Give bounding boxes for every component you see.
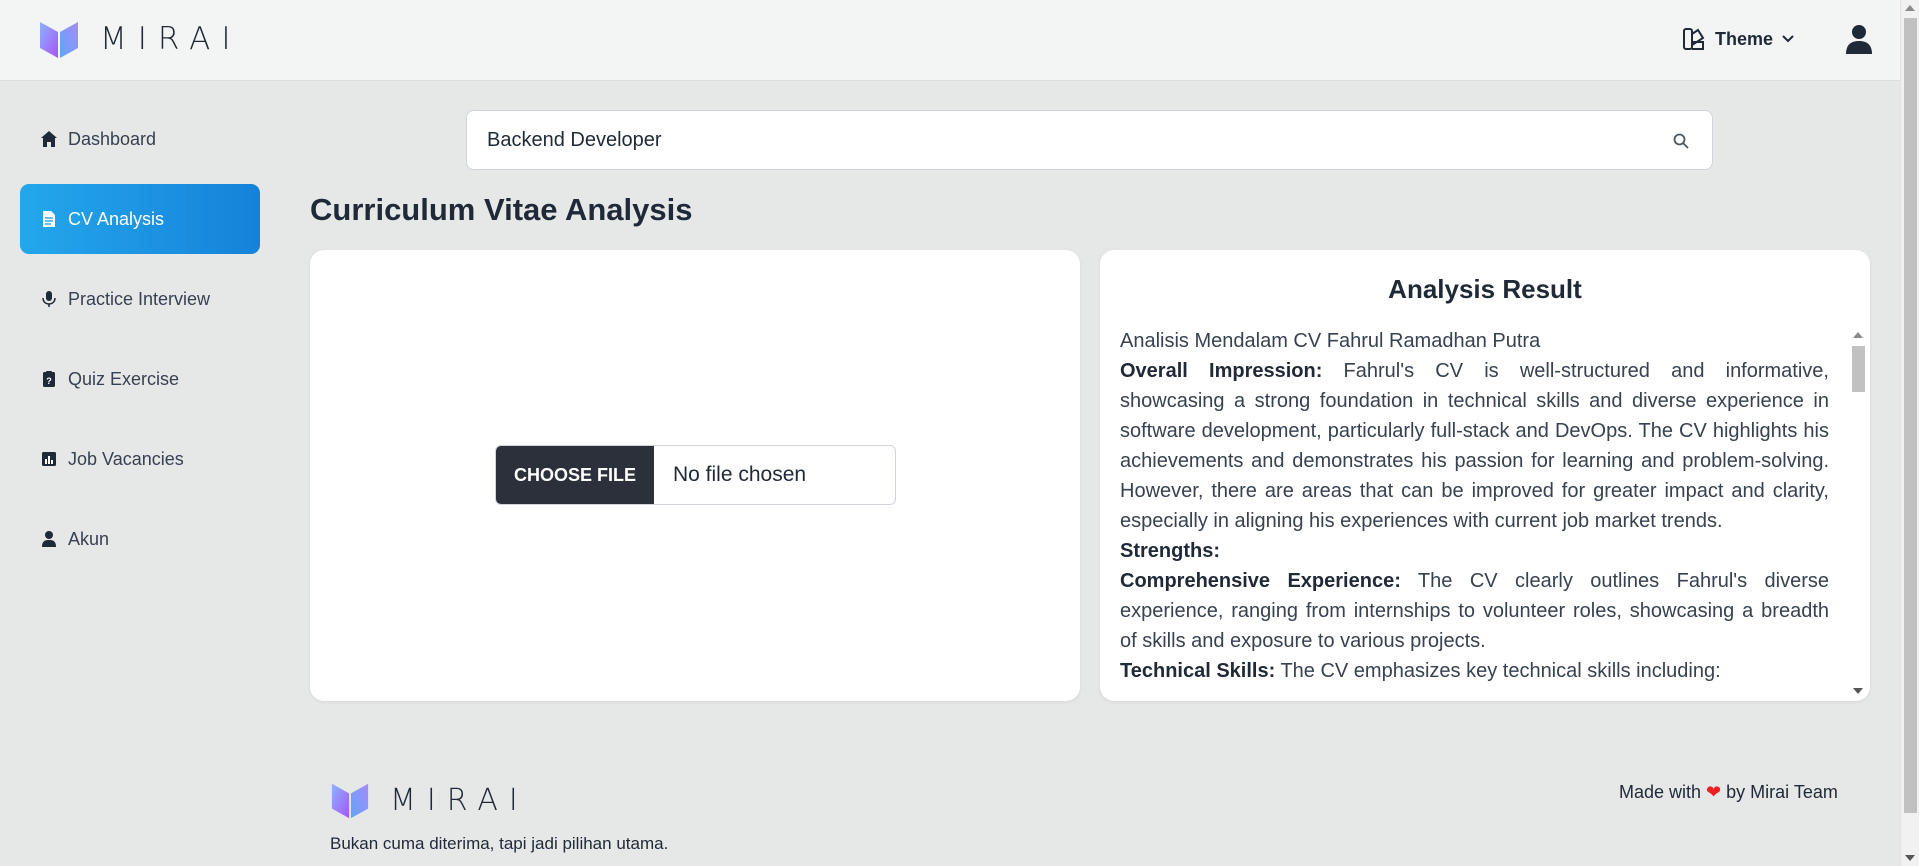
page-title: Curriculum Vitae Analysis [310, 192, 693, 227]
choose-file-button[interactable]: CHOOSE FILE [496, 446, 654, 504]
page-scroll-thumb[interactable] [1904, 18, 1917, 813]
footer-logo: MIRAI [330, 780, 529, 820]
sidebar-item-label: Job Vacancies [68, 448, 184, 469]
sidebar-item-practice-interview[interactable]: Practice Interview [20, 264, 260, 334]
sidebar-item-label: Dashboard [68, 128, 157, 149]
scroll-thumb[interactable] [1852, 346, 1865, 392]
sidebar-item-quiz-exercise[interactable]: ? Quiz Exercise [20, 344, 260, 414]
footer-tagline: Bukan cuma diterima, tapi jadi pilihan u… [330, 834, 669, 853]
mirai-logo-mark-icon [40, 22, 78, 58]
sidebar-item-akun[interactable]: Akun [20, 504, 260, 574]
cv-upload-card: CHOOSE FILE No file chosen [310, 250, 1080, 701]
file-status-text: No file chosen [673, 463, 807, 486]
sidebar-item-label: Akun [68, 528, 110, 549]
microphone-icon [42, 291, 56, 307]
analysis-result-title: Analysis Result [1388, 274, 1582, 304]
page-scroll-up-icon[interactable] [1905, 5, 1915, 11]
page-scroll-down-icon[interactable] [1905, 855, 1915, 861]
technical-skills-text: The CV emphasizes key technical skills i… [1275, 660, 1721, 682]
sidebar-item-dashboard[interactable]: Dashboard [20, 104, 260, 174]
job-search-input[interactable] [467, 111, 1712, 169]
analysis-result-content[interactable]: Analisis Mendalam CV Fahrul Ramadhan Put… [1120, 326, 1829, 701]
experience-label: Comprehensive Experience: [1120, 570, 1401, 592]
sidebar-item-job-vacancies[interactable]: Job Vacancies [20, 424, 260, 494]
overall-impression-paragraph: Overall Impression: Fahrul's CV is well-… [1120, 356, 1829, 536]
made-with-prefix: Made with [1619, 782, 1702, 802]
scroll-up-arrow-icon[interactable] [1853, 332, 1863, 338]
overall-impression-label: Overall Impression: [1120, 360, 1323, 382]
user-icon [42, 531, 56, 547]
sidebar-item-cv-analysis[interactable]: CV Analysis [20, 184, 260, 254]
theme-dropdown-button[interactable]: Theme [1681, 26, 1803, 52]
analysis-heading: Analisis Mendalam CV Fahrul Ramadhan Put… [1120, 330, 1541, 352]
sidebar-item-label: CV Analysis [68, 208, 165, 229]
theme-label: Theme [1715, 28, 1774, 49]
search-icon[interactable] [1672, 132, 1690, 150]
user-profile-icon[interactable] [1845, 24, 1873, 54]
svg-text:?: ? [46, 376, 52, 386]
technical-skills-paragraph: Technical Skills: The CV emphasizes key … [1120, 656, 1829, 686]
strengths-label: Strengths: [1120, 540, 1220, 562]
footer-credits: Made with ❤ by Mirai Team [1619, 782, 1838, 803]
footer-logo-wordmark: MIRAI [390, 782, 529, 818]
scroll-down-arrow-icon[interactable] [1853, 688, 1863, 694]
page-scrollbar[interactable] [1900, 0, 1919, 866]
heart-icon: ❤ [1706, 782, 1722, 802]
overall-impression-text: Fahrul's CV is well-structured and infor… [1120, 360, 1829, 532]
sidebar-nav: Dashboard CV Analysis Practice Interview… [20, 104, 260, 584]
palette-icon [1683, 28, 1705, 50]
experience-paragraph: Comprehensive Experience: The CV clearly… [1120, 566, 1829, 656]
mirai-logo[interactable]: MIRAI [38, 18, 242, 60]
logo-wordmark: MIRAI [100, 21, 242, 57]
job-search-bar [466, 110, 1713, 170]
top-header: MIRAI Theme [0, 0, 1900, 81]
home-icon [41, 131, 57, 147]
bar-chart-icon [42, 452, 56, 466]
sidebar-item-label: Quiz Exercise [68, 368, 180, 389]
mirai-logo-mark-icon [331, 783, 369, 819]
chevron-down-icon [1782, 35, 1794, 43]
sidebar-item-label: Practice Interview [68, 288, 211, 309]
made-with-suffix: by Mirai Team [1726, 782, 1838, 802]
result-scrollbar[interactable] [1850, 328, 1866, 698]
strengths-heading: Strengths: [1120, 536, 1829, 566]
cv-file-input[interactable]: CHOOSE FILE No file chosen [495, 445, 896, 505]
analysis-result-card: Analysis Result Analisis Mendalam CV Fah… [1100, 250, 1870, 701]
document-icon [43, 211, 55, 227]
clipboard-question-icon: ? [43, 371, 55, 387]
technical-skills-label: Technical Skills: [1120, 660, 1276, 682]
